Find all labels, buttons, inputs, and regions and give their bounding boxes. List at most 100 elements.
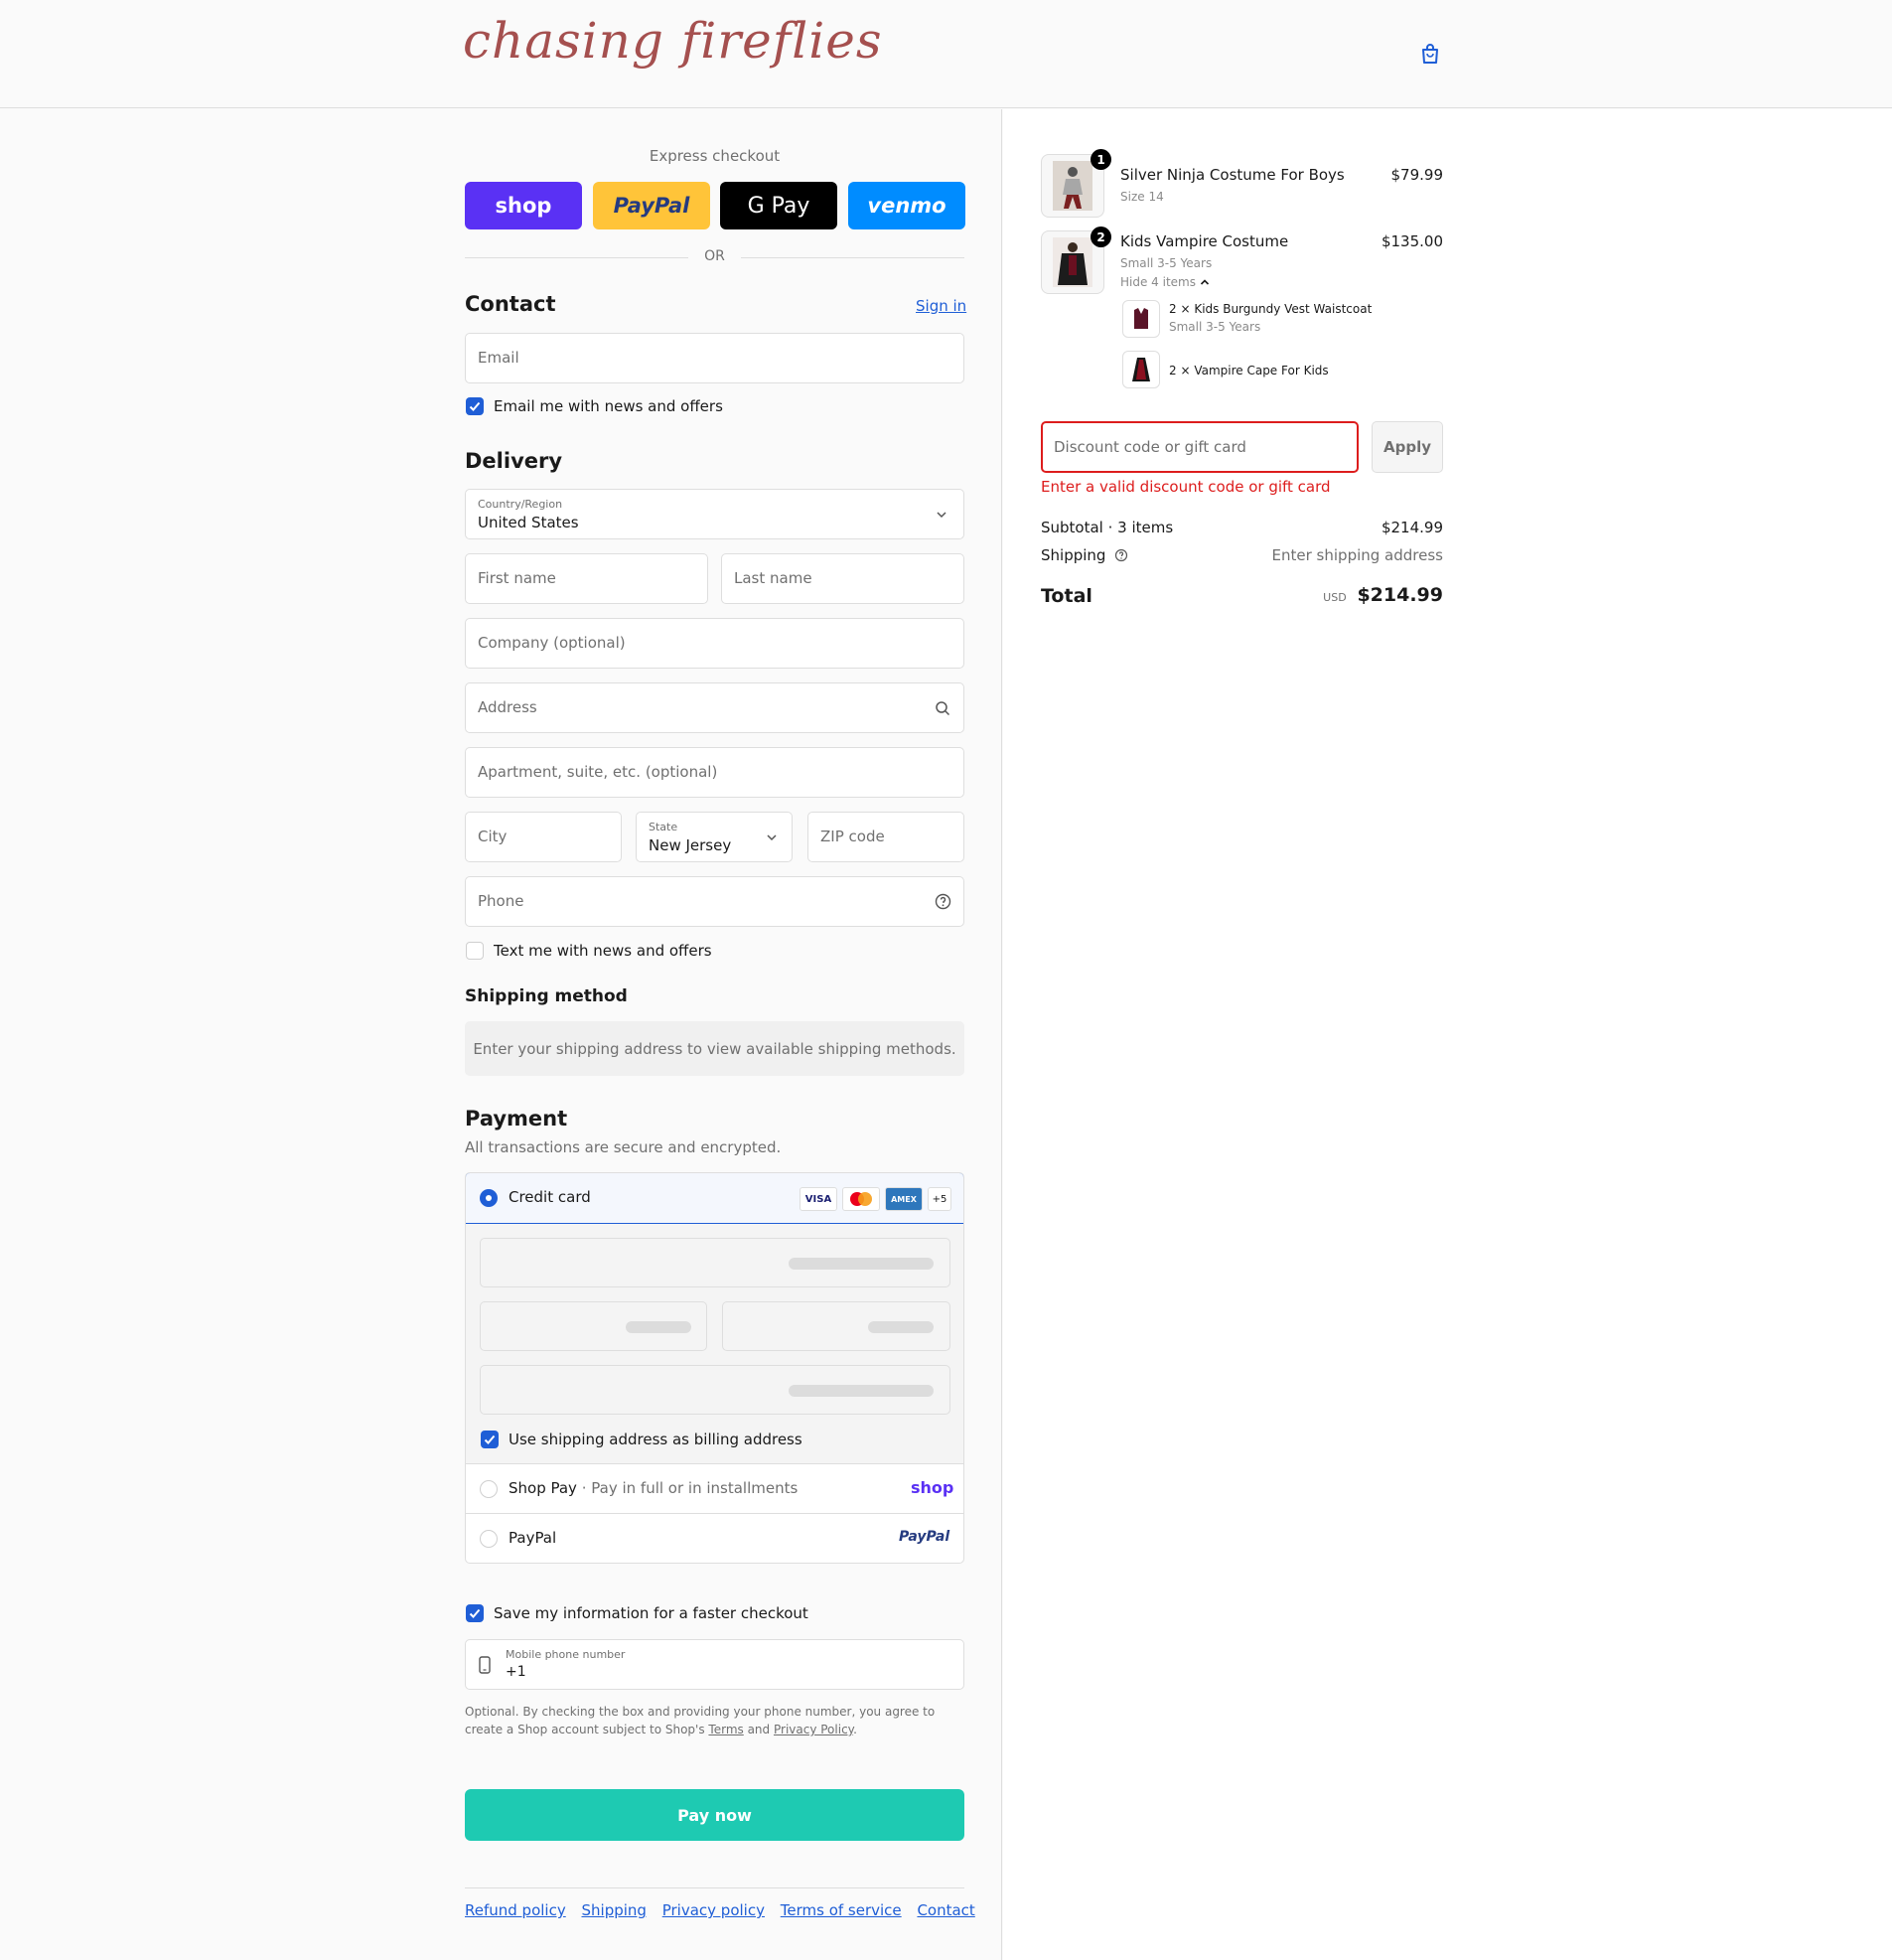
- card-expiry-input[interactable]: [480, 1301, 707, 1351]
- product-variant: Size 14: [1120, 190, 1164, 204]
- terms-link[interactable]: Terms: [708, 1723, 743, 1736]
- header: chasing fireflies: [0, 0, 1892, 108]
- card-number-input[interactable]: [480, 1238, 950, 1287]
- paypal-radio[interactable]: [480, 1530, 498, 1548]
- total-label: Total: [1041, 585, 1092, 607]
- last-name-input[interactable]: Last name: [721, 553, 964, 604]
- phone-input[interactable]: Phone: [465, 876, 964, 927]
- total-value: $214.99: [1357, 584, 1443, 606]
- email-input[interactable]: Email: [465, 333, 964, 383]
- product-name: Silver Ninja Costume For Boys: [1120, 166, 1345, 184]
- credit-card-fields: Use shipping address as billing address: [466, 1224, 963, 1464]
- contact-link[interactable]: Contact: [917, 1901, 974, 1919]
- google-pay-button[interactable]: G Pay: [720, 182, 837, 229]
- mobile-phone-icon: [479, 1656, 491, 1674]
- product-price: $135.00: [1381, 232, 1443, 250]
- card-cvv-input[interactable]: [722, 1301, 950, 1351]
- shop-pay-sublabel: Pay in full or in installments: [591, 1479, 799, 1497]
- product-variant: Small 3-5 Years: [1120, 256, 1213, 270]
- shopping-bag-icon[interactable]: [1418, 42, 1442, 66]
- apply-discount-button[interactable]: Apply: [1372, 421, 1443, 473]
- product-price: $79.99: [1390, 166, 1444, 184]
- discount-code-input[interactable]: Discount code or gift card: [1041, 421, 1359, 473]
- shipping-method-title: Shipping method: [465, 986, 628, 1006]
- or-divider: OR: [465, 248, 964, 268]
- footer-links: Refund policy Shipping Privacy policy Te…: [465, 1901, 986, 1919]
- amex-icon: AMEX: [885, 1187, 923, 1211]
- sub-item-thumbnail: [1122, 300, 1160, 338]
- payment-subtitle: All transactions are secure and encrypte…: [465, 1138, 782, 1156]
- zip-input[interactable]: ZIP code: [807, 812, 964, 862]
- save-info-checkbox[interactable]: [466, 1604, 484, 1622]
- shipping-method-notice: Enter your shipping address to view avai…: [465, 1021, 964, 1076]
- billing-address-checkbox[interactable]: [481, 1431, 499, 1448]
- card-name-input[interactable]: [480, 1365, 950, 1415]
- paypal-option[interactable]: PayPal PayPal: [466, 1514, 963, 1563]
- paypal-logo: PayPal: [899, 1529, 950, 1545]
- pay-now-button[interactable]: Pay now: [465, 1789, 964, 1841]
- shop-pay-radio[interactable]: [480, 1480, 498, 1498]
- sub-item-name: 2 × Vampire Cape For Kids: [1169, 364, 1329, 377]
- privacy-policy-link[interactable]: Privacy Policy: [774, 1723, 853, 1736]
- venmo-button[interactable]: venmo: [848, 182, 965, 229]
- shop-pay-logo: shop: [911, 1478, 954, 1497]
- credit-card-label: Credit card: [509, 1188, 591, 1206]
- shipping-label: Shipping: [1041, 546, 1128, 564]
- product-name: Kids Vampire Costume: [1120, 232, 1289, 250]
- express-checkout-label: Express checkout: [649, 147, 781, 165]
- first-name-input[interactable]: First name: [465, 553, 708, 604]
- paypal-label: PayPal: [509, 1529, 557, 1547]
- terms-of-service-link[interactable]: Terms of service: [781, 1901, 902, 1919]
- shipping-value: Enter shipping address: [1271, 546, 1443, 564]
- credit-card-radio[interactable]: [480, 1189, 498, 1207]
- email-news-checkbox[interactable]: [466, 397, 484, 415]
- shop-pay-label: Shop Pay: [509, 1479, 577, 1497]
- checkout-form: Express checkout shop PayPal G Pay venmo…: [0, 109, 1002, 1960]
- help-circle-icon[interactable]: [1114, 548, 1128, 562]
- quantity-badge: 2: [1091, 226, 1111, 247]
- text-news-checkbox[interactable]: [466, 942, 484, 960]
- search-icon: [936, 701, 950, 716]
- payment-title: Payment: [465, 1107, 568, 1131]
- email-news-label: Email me with news and offers: [494, 397, 723, 415]
- privacy-policy-link[interactable]: Privacy policy: [662, 1901, 765, 1919]
- sign-in-link[interactable]: Sign in: [916, 297, 966, 315]
- subtotal-value: $214.99: [1381, 519, 1443, 536]
- shop-pay-button[interactable]: shop: [465, 182, 582, 229]
- refund-policy-link[interactable]: Refund policy: [465, 1901, 566, 1919]
- billing-address-label: Use shipping address as billing address: [509, 1431, 802, 1448]
- store-logo[interactable]: chasing fireflies: [463, 12, 883, 70]
- shop-pay-option[interactable]: Shop Pay · Pay in full or in installment…: [466, 1464, 963, 1514]
- credit-card-option[interactable]: Credit card VISA AMEX +5: [466, 1173, 963, 1224]
- total-amount: USD $214.99: [1244, 584, 1443, 606]
- delivery-title: Delivery: [465, 449, 563, 473]
- currency-code: USD: [1323, 591, 1347, 604]
- chevron-down-icon: [937, 512, 946, 519]
- shipping-link[interactable]: Shipping: [582, 1901, 647, 1919]
- text-news-label: Text me with news and offers: [494, 942, 712, 960]
- hide-items-toggle[interactable]: Hide 4 items: [1120, 275, 1210, 289]
- company-input[interactable]: Company (optional): [465, 618, 964, 669]
- mastercard-icon: [842, 1187, 880, 1211]
- paypal-button[interactable]: PayPal: [593, 182, 710, 229]
- mobile-phone-input[interactable]: Mobile phone number +1: [465, 1639, 964, 1690]
- subtotal-label: Subtotal · 3 items: [1041, 519, 1174, 536]
- save-info-label: Save my information for a faster checkou…: [494, 1604, 808, 1622]
- visa-icon: VISA: [800, 1187, 837, 1211]
- city-input[interactable]: City: [465, 812, 622, 862]
- shop-legal-text: Optional. By checking the box and provid…: [465, 1705, 936, 1736]
- footer-divider: [465, 1887, 964, 1888]
- apartment-input[interactable]: Apartment, suite, etc. (optional): [465, 747, 964, 798]
- country-select[interactable]: Country/Region United States: [465, 489, 964, 539]
- discount-error-message: Enter a valid discount code or gift card: [1041, 478, 1331, 496]
- sub-item-thumbnail: [1122, 351, 1160, 388]
- state-select[interactable]: State New Jersey: [636, 812, 793, 862]
- more-cards-badge: +5: [928, 1187, 951, 1211]
- sub-item-name: 2 × Kids Burgundy Vest Waistcoat: [1169, 302, 1373, 316]
- sub-item-variant: Small 3-5 Years: [1169, 320, 1261, 334]
- contact-title: Contact: [465, 292, 556, 316]
- chevron-up-icon: [1200, 279, 1209, 285]
- address-input[interactable]: Address: [465, 682, 964, 733]
- help-circle-icon[interactable]: [935, 893, 951, 910]
- payment-options: Credit card VISA AMEX +5 Use shipping ad…: [465, 1172, 964, 1564]
